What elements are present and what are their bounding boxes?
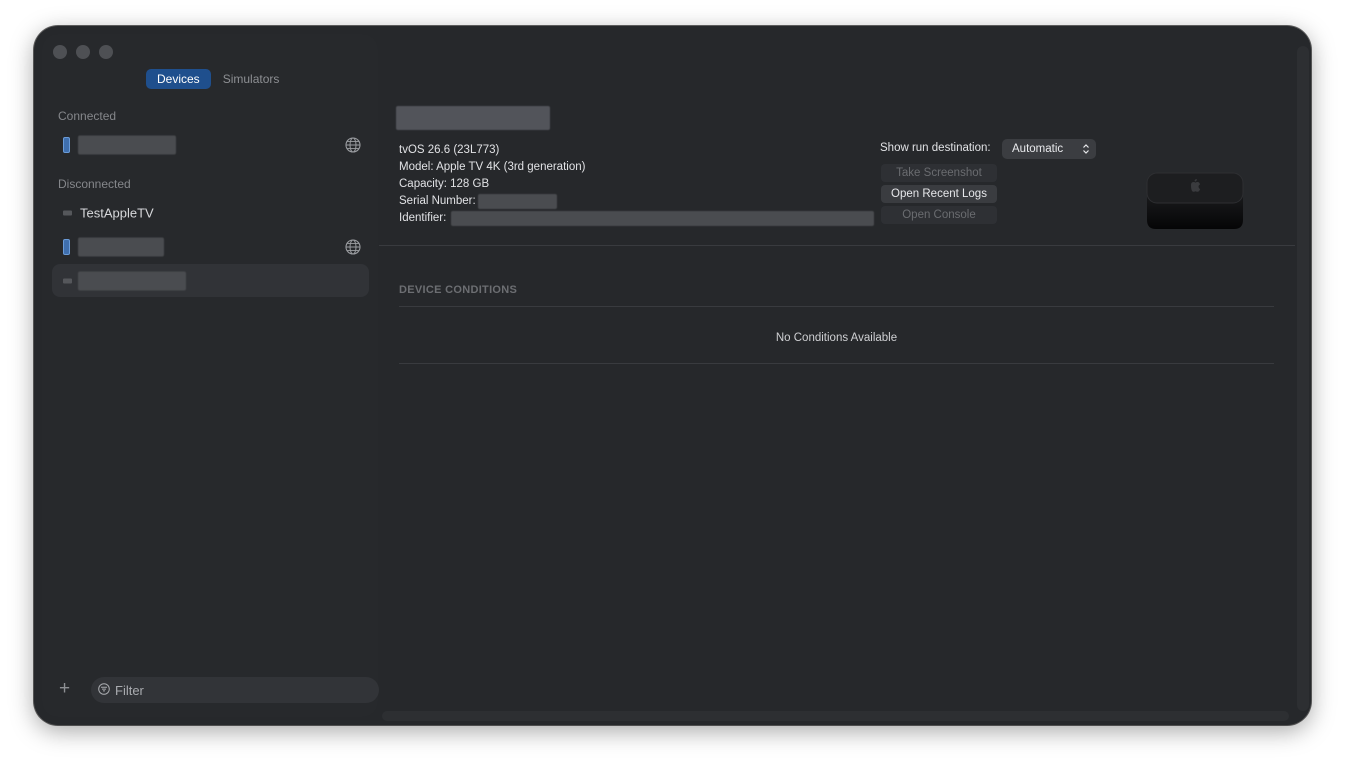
- iphone-icon: [63, 136, 70, 153]
- devices-window: Devices Simulators Connected Disconnecte…: [34, 26, 1311, 725]
- redacted-device-name: [78, 271, 186, 290]
- iphone-icon: [63, 238, 70, 255]
- device-info: tvOS 26.6 (23L773) Model: Apple TV 4K (3…: [399, 142, 874, 227]
- identifier-row: Identifier:: [399, 210, 874, 227]
- network-globe-icon: [345, 238, 361, 255]
- serial-number-row: Serial Number:: [399, 193, 585, 210]
- header-divider: [379, 245, 1295, 246]
- conditions-bottom-divider: [399, 363, 1274, 364]
- filter-input[interactable]: [115, 677, 365, 703]
- redacted-serial-number: [478, 194, 557, 209]
- no-conditions-message: No Conditions Available: [775, 332, 898, 344]
- section-disconnected-label: Disconnected: [58, 177, 131, 191]
- device-row-connected[interactable]: [52, 128, 369, 161]
- filter-field[interactable]: [91, 677, 379, 703]
- apple-tv-icon: [63, 210, 72, 215]
- run-destination-select[interactable]: Automatic: [1002, 139, 1096, 159]
- section-connected-label: Connected: [58, 109, 117, 123]
- show-run-destination-label: Show run destination:: [880, 142, 991, 154]
- minimize-window-button[interactable]: [76, 45, 90, 59]
- capacity-info: Capacity: 128 GB: [399, 178, 490, 190]
- device-row-testappletv[interactable]: TestAppleTV: [52, 196, 369, 229]
- identifier-label: Identifier:: [399, 212, 447, 224]
- tab-simulators[interactable]: Simulators: [215, 69, 288, 89]
- take-screenshot-button[interactable]: Take Screenshot: [881, 164, 997, 182]
- zoom-window-button[interactable]: [99, 45, 113, 59]
- horizontal-scrollbar[interactable]: [382, 711, 1289, 721]
- devices-simulators-segmented-control: Devices Simulators: [146, 69, 287, 89]
- os-version: tvOS 26.6 (23L773): [399, 144, 500, 156]
- chevron-up-down-icon: [1083, 144, 1089, 154]
- conditions-top-divider: [399, 306, 1274, 307]
- redacted-device-name: [78, 237, 164, 256]
- run-destination-value: Automatic: [1012, 143, 1064, 155]
- sidebar: Devices Simulators Connected Disconnecte…: [42, 34, 379, 717]
- device-conditions-title: DEVICE CONDITIONS: [399, 284, 518, 296]
- filter-icon: [98, 683, 110, 695]
- apple-tv-icon: [63, 278, 72, 283]
- plus-icon[interactable]: +: [59, 679, 70, 699]
- open-recent-logs-button[interactable]: Open Recent Logs: [881, 185, 997, 203]
- window-controls: [53, 45, 113, 59]
- device-row-selected-appletv[interactable]: [52, 264, 369, 297]
- device-row-disconnected-phone[interactable]: [52, 230, 369, 263]
- open-console-button[interactable]: Open Console: [881, 206, 997, 224]
- redacted-device-title: [396, 106, 550, 130]
- device-name-label: TestAppleTV: [80, 205, 154, 220]
- tab-devices[interactable]: Devices: [146, 69, 211, 89]
- sidebar-footer: +: [52, 677, 379, 703]
- device-detail-pane: tvOS 26.6 (23L773) Model: Apple TV 4K (3…: [379, 26, 1311, 725]
- model-info: Model: Apple TV 4K (3rd generation): [399, 161, 586, 173]
- network-globe-icon: [345, 136, 361, 153]
- serial-number-label: Serial Number:: [399, 195, 476, 207]
- apple-tv-image: [1146, 172, 1244, 229]
- vertical-scrollbar[interactable]: [1297, 46, 1309, 711]
- redacted-identifier: [451, 211, 874, 226]
- close-window-button[interactable]: [53, 45, 67, 59]
- redacted-device-name: [78, 135, 176, 154]
